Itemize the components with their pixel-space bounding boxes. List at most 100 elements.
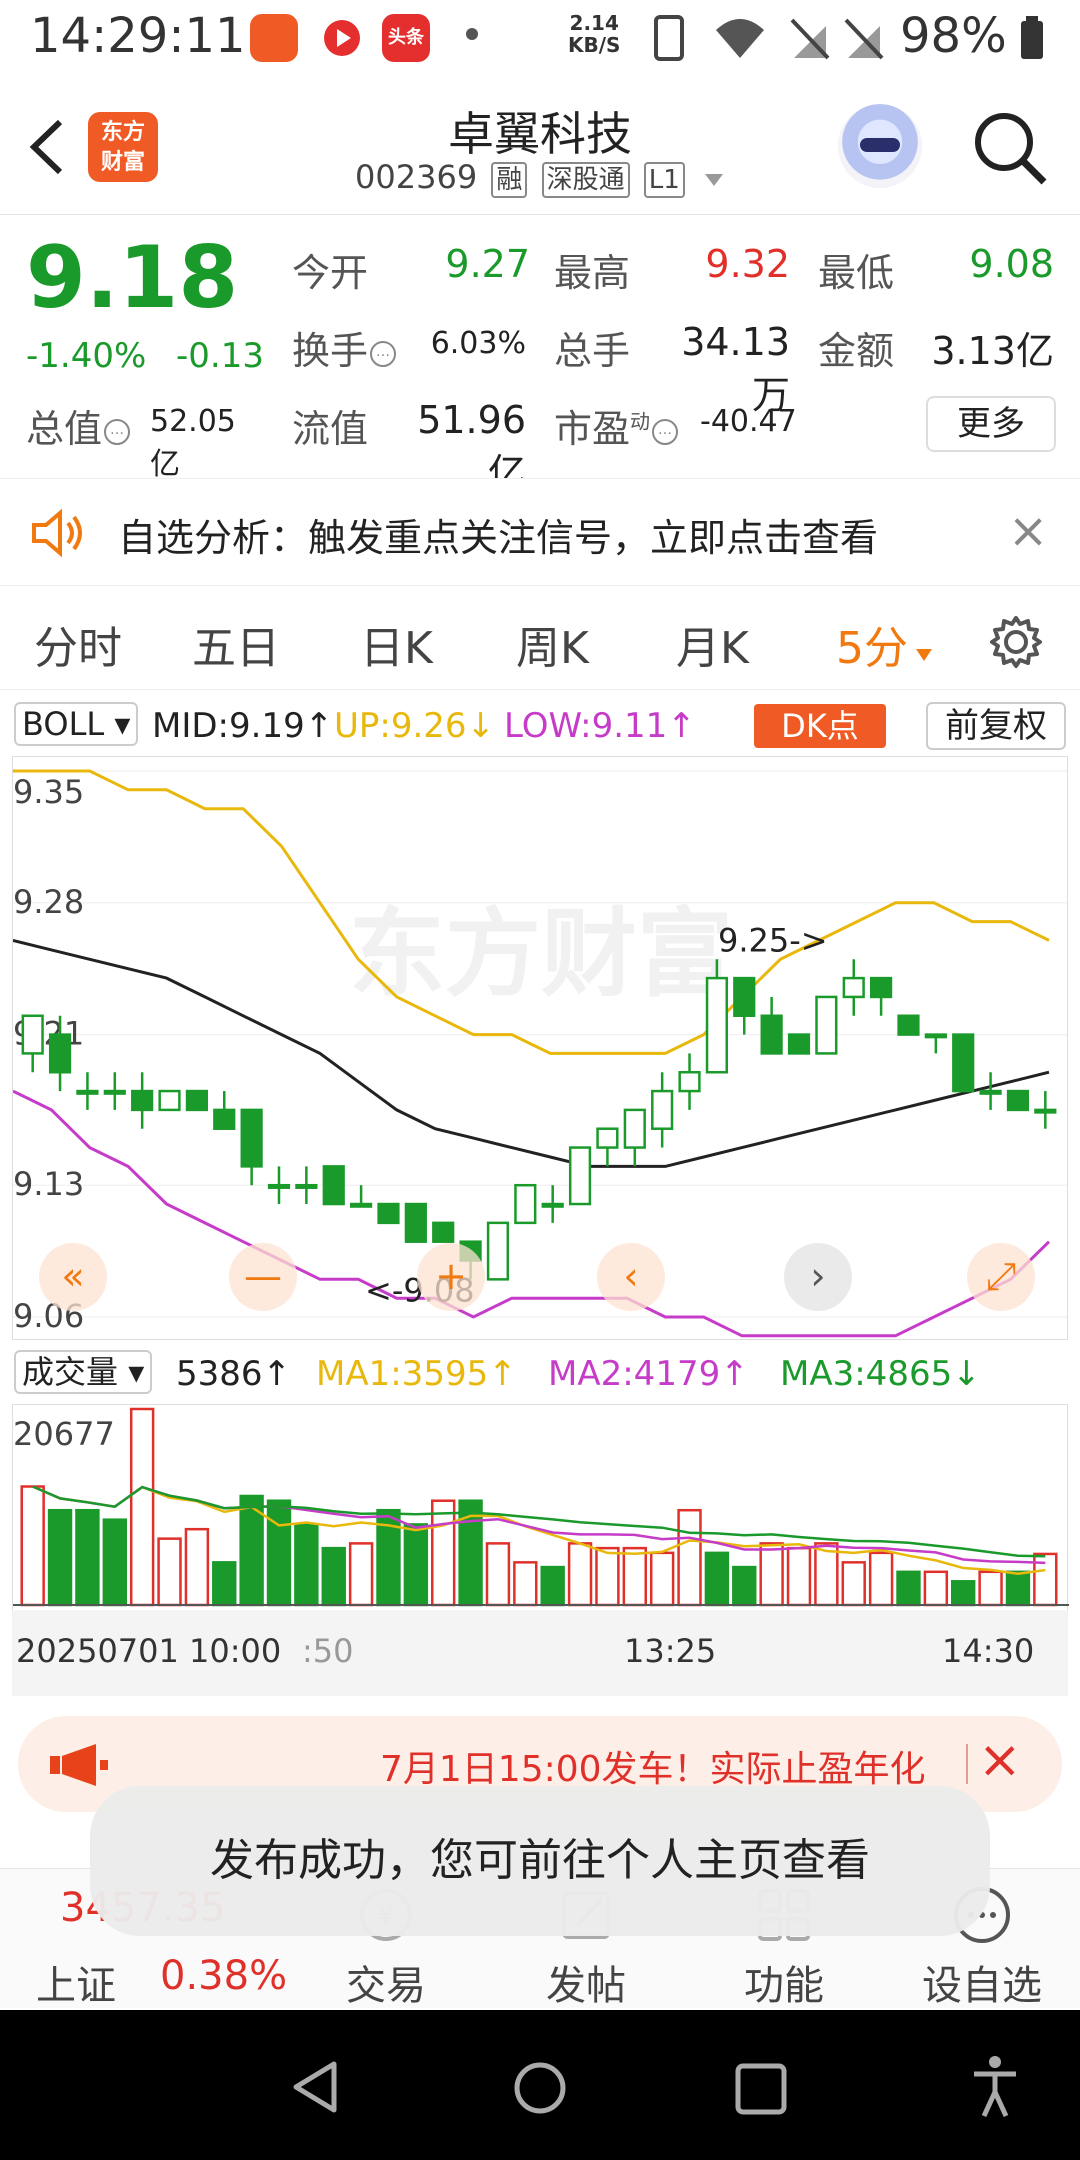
scroll-left-button-glyph: « xyxy=(61,1254,84,1298)
close-icon[interactable]: × xyxy=(978,1730,1022,1790)
index-change: 0.38% xyxy=(160,1953,288,1999)
stock-code-row[interactable]: 002369 融 深股通 L1 xyxy=(0,158,1080,198)
candle-up xyxy=(596,1127,619,1149)
close-icon[interactable]: × xyxy=(1008,503,1048,559)
volume-bar-down xyxy=(704,1551,730,1607)
candle-up xyxy=(158,1089,181,1112)
volume-bar-up xyxy=(923,1570,949,1607)
open-value: 9.27 xyxy=(445,242,530,286)
volume-ma1: MA1:3595↑ xyxy=(316,1354,517,1394)
system-navigation-bar xyxy=(0,2010,1080,2160)
volume-indicator-select[interactable]: 成交量 ▾ xyxy=(14,1350,153,1394)
kline-svg: 9.359.289.219.139.06东方财富9.25-><-9.08«—+‹… xyxy=(12,769,1069,1338)
volume-bar-up xyxy=(841,1561,866,1607)
volume-bar-up xyxy=(485,1542,511,1607)
time-start-tail: :50 xyxy=(302,1632,354,1670)
toast-message: 发布成功，您可前往个人主页查看 xyxy=(90,1786,990,1936)
volume-max-label: 20677 xyxy=(13,1415,115,1453)
tab-weekly-k[interactable]: 周K xyxy=(516,612,589,676)
candle-down xyxy=(213,1108,236,1130)
candlestick-chart[interactable]: 9.359.289.219.139.06东方财富9.25-><-9.08«—+‹… xyxy=(12,756,1069,1340)
volume-bar-down xyxy=(266,1499,292,1607)
candle-down xyxy=(952,1033,975,1093)
high-value: 9.32 xyxy=(705,242,790,286)
change-amount: -0.13 xyxy=(176,336,264,376)
margin-tag: 融 xyxy=(491,162,528,198)
volume-bar-down xyxy=(102,1518,127,1607)
low-label: 最低 xyxy=(818,251,895,295)
period-tabs: 分时 五日 日K 周K 月K 5分 xyxy=(0,590,1080,690)
candle-up xyxy=(568,1146,592,1206)
candle-up xyxy=(350,1202,373,1208)
stock-header: 东方 财富 卓翼科技 002369 融 深股通 L1 xyxy=(0,90,1080,215)
y-tick-label: 9.13 xyxy=(13,1165,84,1203)
volume-ma2: MA2:4179↑ xyxy=(548,1354,749,1394)
stock-code: 002369 xyxy=(355,158,478,196)
accessibility-icon[interactable] xyxy=(970,2054,1020,2122)
more-button[interactable]: 更多 xyxy=(926,396,1056,452)
analysis-banner[interactable]: 自选分析：触发重点关注信号，立即点击查看 × xyxy=(0,478,1080,586)
speaker-icon xyxy=(30,507,86,563)
volume-bar-up xyxy=(759,1542,784,1607)
volume-bar-down xyxy=(403,1523,429,1607)
low-value: 9.08 xyxy=(969,242,1054,286)
candle-down xyxy=(1006,1089,1030,1112)
fullscreen-button-glyph: ⤢ xyxy=(986,1254,1016,1298)
quote-panel: 9.18 -1.40% -0.13 今开 9.27 最高 9.32 最低 9.0… xyxy=(0,218,1080,495)
volume-bar-down xyxy=(294,1523,319,1607)
tab-five-day[interactable]: 五日 xyxy=(192,612,280,676)
search-icon[interactable] xyxy=(970,108,1050,192)
time-end: 14:30 xyxy=(942,1632,1035,1670)
turnover-value: 6.03% xyxy=(430,326,526,361)
volume-bar-down xyxy=(1005,1570,1031,1607)
pan-left-button-glyph: ‹ xyxy=(623,1254,638,1298)
high-label: 最高 xyxy=(554,251,631,295)
total-value: 52.05亿 xyxy=(150,404,236,482)
total-value-label: 总值… xyxy=(26,398,131,453)
info-icon[interactable]: … xyxy=(370,340,397,367)
volume-chart[interactable]: 20677 xyxy=(12,1404,1069,1610)
boll-low: LOW:9.11↑ xyxy=(504,706,696,746)
tab-monthly-k[interactable]: 月K xyxy=(676,612,749,676)
battery-icon xyxy=(1018,14,1048,66)
tab-5min[interactable]: 5分 xyxy=(836,612,934,676)
status-bar: 14:29:11 头条 2.14 KB/S 98% xyxy=(0,0,1080,75)
forward-adjust-button[interactable]: 前复权 xyxy=(926,702,1066,750)
amount-value: 3.13亿 xyxy=(931,329,1054,373)
volume-bar-down xyxy=(47,1508,73,1607)
more-notifications-dot xyxy=(466,28,478,40)
battery-level: 98% xyxy=(900,8,1007,64)
volume-legend: 成交量 ▾ 5386↑ MA1:3595↑ MA2:4179↑ MA3:4865… xyxy=(0,1348,1080,1398)
open-label: 今开 xyxy=(292,251,369,295)
candle-down xyxy=(760,1014,783,1055)
banner-text: 自选分析：触发重点关注信号，立即点击查看 xyxy=(118,516,879,560)
info-icon[interactable]: … xyxy=(104,418,131,445)
assistant-robot-icon[interactable] xyxy=(838,104,922,188)
video-app-notification-icon xyxy=(318,14,366,62)
volume-current: 5386↑ xyxy=(176,1354,292,1394)
volume-bar-up xyxy=(567,1542,593,1607)
status-time: 14:29:11 xyxy=(30,8,246,64)
volume-bar-up xyxy=(157,1537,182,1607)
pan-right-button-glyph: › xyxy=(810,1254,825,1298)
volume-bar-up xyxy=(786,1546,812,1607)
candle-down xyxy=(131,1089,154,1112)
candle-up xyxy=(815,995,838,1055)
volume-bar-down xyxy=(732,1565,757,1607)
tab-daily-k[interactable]: 日K xyxy=(360,612,433,676)
candle-down xyxy=(787,1033,811,1055)
indicator-select[interactable]: BOLL ▾ xyxy=(14,702,139,746)
candle-down xyxy=(432,1221,455,1243)
home-nav-icon[interactable] xyxy=(512,2060,568,2120)
recents-nav-icon[interactable] xyxy=(734,2062,788,2120)
settings-gear-icon[interactable] xyxy=(988,614,1044,674)
dk-point-button[interactable]: DK点 xyxy=(754,704,886,748)
watermark: 东方财富 xyxy=(349,898,733,1010)
volume-bar-up xyxy=(677,1508,702,1607)
info-icon[interactable]: … xyxy=(652,418,679,445)
back-nav-icon[interactable] xyxy=(290,2060,340,2118)
volume-bar-up xyxy=(513,1561,538,1607)
wifi-icon xyxy=(712,14,768,66)
tab-intraday[interactable]: 分时 xyxy=(34,612,122,676)
candle-down xyxy=(48,1033,72,1074)
